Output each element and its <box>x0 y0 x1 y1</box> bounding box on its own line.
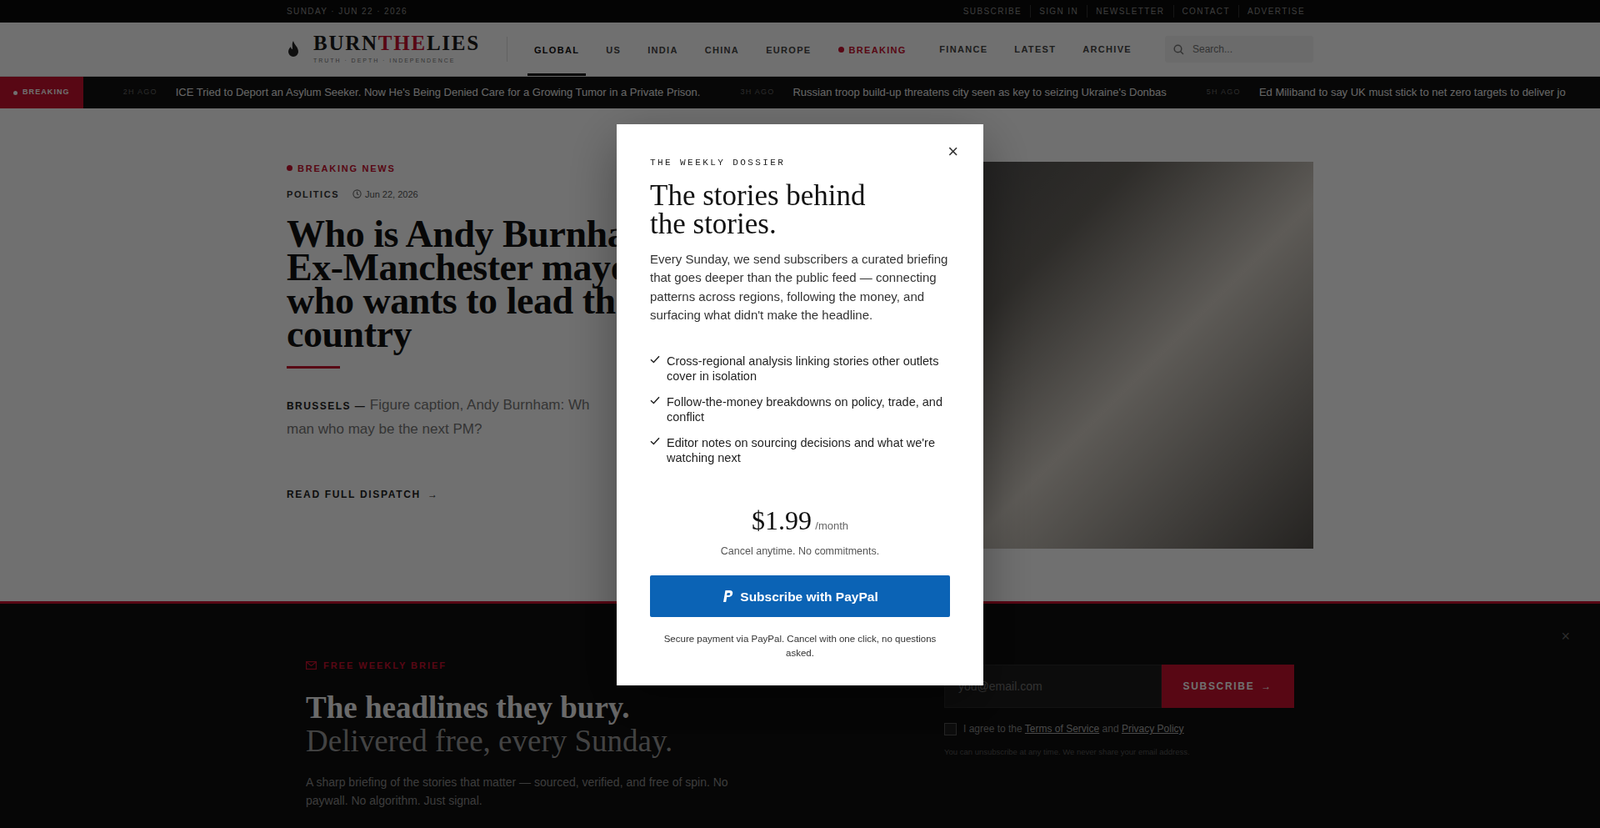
modal-body: Every Sunday, we send subscribers a cura… <box>650 250 950 325</box>
check-icon <box>650 395 660 425</box>
feature-text: Follow-the-money breakdowns on policy, t… <box>666 394 950 425</box>
feature-item: Follow-the-money breakdowns on policy, t… <box>650 394 950 425</box>
price-period: /month <box>815 519 849 532</box>
check-icon <box>650 436 660 465</box>
paypal-button[interactable]: Subscribe with PayPal <box>650 575 950 617</box>
button-text: Subscribe with PayPal <box>740 586 878 606</box>
close-button[interactable]: × <box>947 142 959 161</box>
modal-title: The stories behindthe stories. <box>650 181 950 239</box>
paypal-icon <box>721 589 734 603</box>
feature-item: Cross-regional analysis linking stories … <box>650 353 950 384</box>
feature-text: Editor notes on sourcing decisions and w… <box>666 435 950 465</box>
feature-item: Editor notes on sourcing decisions and w… <box>650 435 950 465</box>
price: $1.99 <box>751 505 812 535</box>
price-block: $1.99 /month Cancel anytime. No commitmen… <box>650 500 950 560</box>
price-line: $1.99 /month <box>650 500 950 540</box>
secure-note: Secure payment via PayPal. Cancel with o… <box>650 631 950 660</box>
subscribe-modal: ×THE WEEKLY DOSSIER The stories behindthe… <box>616 124 984 685</box>
title-line: The stories behind <box>650 181 950 210</box>
check-icon <box>650 355 660 384</box>
price-note: Cancel anytime. No commitments. <box>650 543 950 560</box>
title-line: the stories. <box>650 210 950 239</box>
feature-list: Cross-regional analysis linking stories … <box>650 353 950 465</box>
eyebrow: THE WEEKLY DOSSIER <box>650 155 950 170</box>
feature-text: Cross-regional analysis linking stories … <box>666 353 950 384</box>
page: SUNDAY · JUN 22 · 2026SUBSCRIBESIGN INNE… <box>0 0 1600 828</box>
